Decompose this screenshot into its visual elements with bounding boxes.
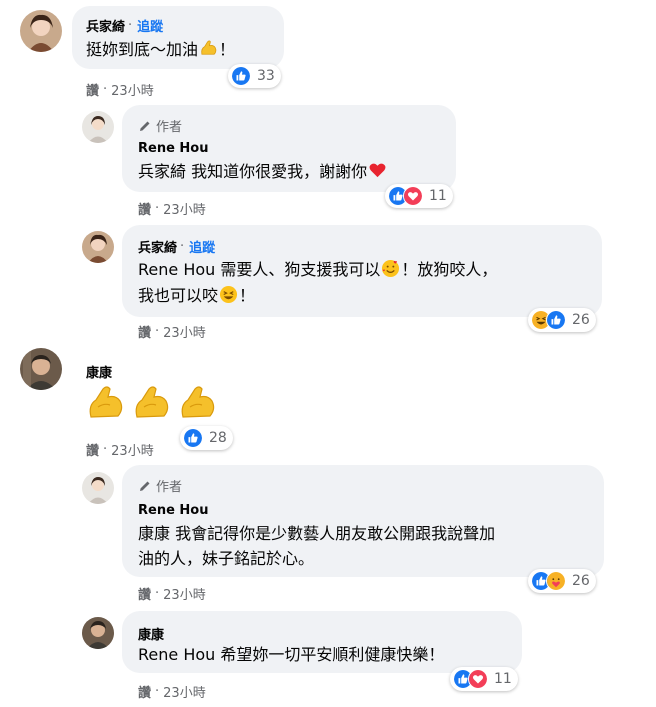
follow-link[interactable]: 追蹤 — [137, 16, 163, 35]
reaction-count: 33 — [257, 68, 275, 84]
like-icon — [183, 428, 203, 448]
avatar[interactable] — [20, 10, 62, 52]
like-link[interactable]: 讚 — [86, 440, 99, 459]
pen-icon — [140, 481, 150, 491]
avatar[interactable] — [82, 472, 114, 504]
like-icon — [546, 310, 566, 330]
separator-dot: · — [128, 18, 133, 33]
comment-actions: 讚 · 23小時 — [138, 584, 206, 603]
reaction-summary[interactable]: 26 — [528, 569, 596, 593]
avatar[interactable] — [20, 348, 62, 390]
timestamp[interactable]: 23小時 — [111, 440, 154, 459]
reaction-summary[interactable]: 33 — [228, 64, 281, 88]
like-icon — [231, 66, 251, 86]
avatar[interactable] — [82, 617, 114, 649]
avatar[interactable] — [82, 111, 114, 143]
comment-text-line: 油的人，妹子銘記於心。 — [138, 549, 315, 568]
reaction-summary[interactable]: 28 — [180, 426, 233, 450]
author-badge: 作者 — [138, 116, 182, 135]
commenter-name[interactable]: Rene Hou — [138, 141, 209, 156]
comment-actions: 讚 · 23小時 — [138, 322, 206, 341]
timestamp[interactable]: 23小時 — [163, 322, 206, 341]
grinning-squinting-emoji — [219, 285, 238, 304]
timestamp[interactable]: 23小時 — [163, 584, 206, 603]
like-link[interactable]: 讚 — [138, 199, 151, 218]
like-link[interactable]: 讚 — [138, 584, 151, 603]
smiling-face-with-hearts-emoji — [382, 259, 400, 278]
reaction-count: 11 — [494, 671, 512, 687]
red-heart-emoji — [369, 163, 386, 178]
comment-text: 兵家綺 我知道你很愛我，謝謝你 — [138, 159, 388, 184]
commenter-name[interactable]: 康康 — [86, 362, 112, 381]
flexed-biceps-emoji — [181, 386, 215, 418]
comment-actions: 讚 · 23小時 — [138, 199, 206, 218]
love-icon — [468, 669, 488, 689]
separator-dot: · — [180, 239, 185, 254]
comment-actions: 讚 · 23小時 — [86, 440, 154, 459]
comment-text-line: 康康 我會記得你是少數藝人朋友敢公開跟我說聲加 — [138, 524, 496, 543]
like-link[interactable]: 讚 — [138, 322, 151, 341]
timestamp[interactable]: 23小時 — [111, 80, 154, 99]
commenter-name[interactable]: 兵家綺 — [138, 237, 177, 256]
emoji-comment — [86, 383, 218, 423]
reaction-count: 28 — [209, 430, 227, 446]
commenter-name[interactable]: 康康 — [138, 624, 164, 643]
like-link[interactable]: 讚 — [86, 80, 99, 99]
reaction-count: 11 — [429, 188, 447, 204]
reaction-summary[interactable]: 11 — [385, 184, 453, 208]
comments-thread: 兵家綺 · 追蹤 挺妳到底～加油！ 讚 · 23小時 33 作者 Rene Ho… — [0, 0, 656, 707]
like-link[interactable]: 讚 — [138, 682, 151, 701]
author-badge: 作者 — [138, 476, 182, 495]
love-icon — [403, 186, 423, 206]
comment-header: 兵家綺 · 追蹤 — [86, 16, 163, 35]
comment-text: 挺妳到底～加油！ — [86, 40, 236, 59]
comment-actions: 讚 · 23小時 — [86, 80, 154, 99]
reaction-summary[interactable]: 11 — [450, 667, 518, 691]
comment-text: Rene Hou 希望妳一切平安順利健康快樂！ — [138, 645, 445, 664]
reaction-count: 26 — [572, 312, 590, 328]
timestamp[interactable]: 23小時 — [163, 682, 206, 701]
flexed-biceps-emoji — [89, 386, 123, 418]
comment-header: 兵家綺 · 追蹤 — [138, 237, 215, 256]
reaction-count: 26 — [572, 573, 590, 589]
pen-icon — [140, 121, 150, 131]
commenter-name[interactable]: 兵家綺 — [86, 16, 125, 35]
care-icon — [546, 571, 566, 591]
comment-text-line: Rene Hou 需要人、狗支援我可以 ！放狗咬人， — [138, 259, 498, 279]
flexed-biceps-emoji — [135, 386, 169, 418]
comment-actions: 讚 · 23小時 — [138, 682, 206, 701]
timestamp[interactable]: 23小時 — [163, 199, 206, 218]
avatar[interactable] — [82, 231, 114, 263]
follow-link[interactable]: 追蹤 — [189, 237, 215, 256]
reaction-summary[interactable]: 26 — [528, 308, 596, 332]
flexed-biceps-emoji — [201, 40, 217, 55]
comment-text-line: 我也可以咬！ — [138, 285, 256, 305]
commenter-name[interactable]: Rene Hou — [138, 503, 209, 518]
